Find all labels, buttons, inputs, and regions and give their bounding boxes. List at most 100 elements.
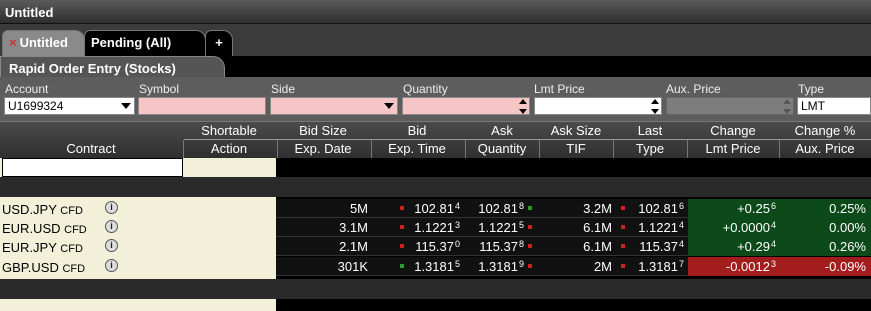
contract-filter-input[interactable] <box>2 158 183 177</box>
change-value: -0.0012 <box>725 259 770 274</box>
ask-pip: 8 <box>518 201 524 211</box>
chevron-down-icon <box>384 103 394 109</box>
col-tif[interactable]: TIF <box>540 140 612 158</box>
last-value: 1.3181 <box>638 259 678 274</box>
window-title: Untitled <box>5 5 54 20</box>
col-separator <box>277 140 278 158</box>
bid-pip: 0 <box>454 239 460 249</box>
change-value: +0.0000 <box>722 220 770 235</box>
col-separator <box>613 140 614 158</box>
col-bid-size[interactable]: Bid Size <box>278 122 368 140</box>
col-separator <box>687 140 688 158</box>
col-separator <box>539 140 540 158</box>
lmt-price-input[interactable] <box>534 97 662 115</box>
quantity-label: Quantity <box>403 82 448 96</box>
table-row[interactable]: EUR.JPY CFD i 2.1M 115.370 115.378 6.1M 115.37… <box>0 237 871 256</box>
add-tab-button[interactable]: + <box>205 30 233 56</box>
quantity-input[interactable] <box>402 97 530 115</box>
bid-size-cell: 2.1M <box>339 239 368 254</box>
col-last[interactable]: Last <box>614 122 686 140</box>
symbol-text: GBP.USD <box>2 260 59 275</box>
change-pip: 3 <box>770 259 776 269</box>
ask-value: 1.3181 <box>478 259 518 274</box>
change-pip: 4 <box>770 239 776 249</box>
aux-price-label: Aux. Price <box>666 82 721 96</box>
ask-tick-icon <box>528 206 532 210</box>
last-value: 1.1221 <box>638 220 678 235</box>
panel-title-text: Rapid Order Entry (Stocks) <box>9 61 176 76</box>
col-ask-size[interactable]: Ask Size <box>540 122 612 140</box>
last-value: 115.37 <box>639 239 678 254</box>
contract-symbol[interactable]: EUR.JPY CFD <box>2 240 83 255</box>
col-aux-price[interactable]: Aux. Price <box>780 140 870 158</box>
change-cell: +0.294 <box>688 239 776 254</box>
col-separator <box>465 140 466 158</box>
tab-label: Pending (All) <box>91 35 172 50</box>
bid-cell: 102.814 <box>372 201 460 216</box>
change-cell: -0.00123 <box>688 259 776 274</box>
symbol-input[interactable] <box>138 97 266 115</box>
bid-pip: 5 <box>454 259 460 269</box>
aux-price-input <box>666 97 794 115</box>
ask-cell: 115.378 <box>466 239 524 254</box>
bid-cell: 1.12213 <box>372 220 460 235</box>
col-exp-time[interactable]: Exp. Time <box>372 140 462 158</box>
symbol-label: Symbol <box>139 82 180 96</box>
ask-value: 1.1221 <box>478 220 518 235</box>
account-label: Account <box>5 82 49 96</box>
col-ask[interactable]: Ask <box>466 122 538 140</box>
col-type[interactable]: Type <box>614 140 686 158</box>
bid-size-cell: 5M <box>349 201 368 216</box>
tab-untitled[interactable]: × Untitled <box>2 30 85 56</box>
info-circle-icon[interactable]: i <box>105 239 118 252</box>
tab-bar: × Untitled Pending (All) + <box>0 24 871 56</box>
spinner-arrows-icon[interactable] <box>519 99 527 114</box>
contract-symbol[interactable]: GBP.USD CFD <box>2 260 85 275</box>
last-cell: 115.374 <box>614 239 684 254</box>
type-select[interactable]: LMT <box>797 97 871 115</box>
side-label: Side <box>271 82 296 96</box>
col-exp-date[interactable]: Exp. Date <box>278 140 368 158</box>
col-shortable[interactable]: Shortable <box>184 122 274 140</box>
bid-pip: 4 <box>454 201 460 211</box>
change-pip: 6 <box>770 201 776 211</box>
info-circle-icon[interactable]: i <box>105 201 118 214</box>
col-change-pct[interactable]: Change % <box>780 122 870 140</box>
col-change[interactable]: Change <box>688 122 778 140</box>
symbol-text: EUR.USD <box>2 221 61 236</box>
change-value: +0.25 <box>737 201 770 216</box>
type-value: LMT <box>801 99 825 113</box>
ask-pip: 8 <box>518 239 524 249</box>
table-row[interactable]: USD.JPY CFD i 5M 102.814 102.818 3.2M 102.816 +… <box>0 199 871 218</box>
tab-pending-all[interactable]: Pending (All) <box>84 30 206 56</box>
bid-size-cell: 301K <box>337 259 368 274</box>
title-bar: Untitled <box>0 0 871 24</box>
ask-size-cell: 6.1M <box>583 239 612 254</box>
info-circle-icon[interactable]: i <box>105 259 118 272</box>
col-quantity[interactable]: Quantity <box>466 140 538 158</box>
col-action[interactable]: Action <box>184 140 274 158</box>
close-icon[interactable]: × <box>9 35 17 50</box>
spinner-arrows-icon[interactable] <box>651 99 659 114</box>
side-select[interactable] <box>270 97 398 115</box>
cfd-label: CFD <box>60 205 83 217</box>
ask-value: 102.81 <box>478 201 518 216</box>
col-bid[interactable]: Bid <box>372 122 462 140</box>
ask-size-cell: 3.2M <box>583 201 612 216</box>
bid-cell: 1.31815 <box>372 259 460 274</box>
table-row[interactable]: EUR.USD CFD i 3.1M 1.12213 1.12215 6.1M 1.1221… <box>0 218 871 237</box>
contract-symbol[interactable]: EUR.USD CFD <box>2 221 87 236</box>
contract-symbol[interactable]: USD.JPY CFD <box>2 202 83 217</box>
col-lmt-price[interactable]: Lmt Price <box>688 140 778 158</box>
col-separator <box>371 140 372 158</box>
col-contract[interactable]: Contract <box>0 140 182 158</box>
change-cell: +0.00004 <box>688 220 776 235</box>
change-pct-cell: -0.09% <box>824 259 866 274</box>
table-row[interactable]: GBP.USD CFD i 301K 1.31815 1.31819 2M 1.31817-… <box>0 257 871 276</box>
col-separator <box>779 140 780 158</box>
bid-size-cell: 3.1M <box>339 220 368 235</box>
account-select[interactable]: U1699324 <box>4 97 135 115</box>
lmt-price-label: Lmt Price <box>534 82 585 96</box>
bid-value: 115.37 <box>415 239 454 254</box>
info-circle-icon[interactable]: i <box>105 220 118 233</box>
